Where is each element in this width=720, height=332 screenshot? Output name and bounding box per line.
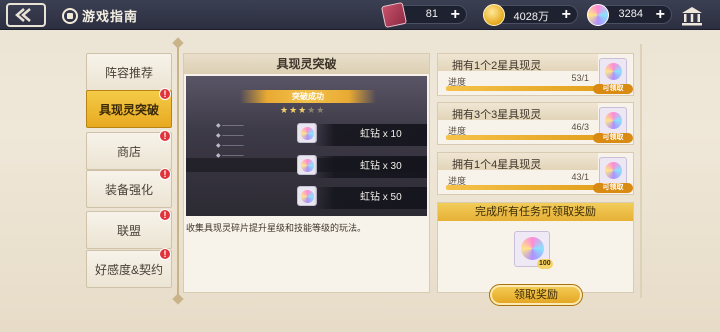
- sidebar-item-label: 联盟: [116, 223, 141, 238]
- sidebar-divider: [177, 44, 179, 298]
- add-gem-button[interactable]: +: [656, 6, 665, 23]
- top-bar: 游戏指南 81 + 4028万 + 3284 +: [0, 0, 720, 30]
- gold-resource: 4028万 +: [483, 4, 578, 26]
- notification-badge: !: [159, 209, 171, 221]
- progress-value: 53/1: [571, 73, 589, 83]
- sidebar-item-label: 阵容推荐: [104, 65, 153, 80]
- sidebar-item-label: 好感度&契约: [94, 262, 163, 277]
- stat-row: ◆ ─────: [216, 143, 244, 149]
- add-gold-button[interactable]: +: [562, 6, 571, 23]
- page-title-group: 游戏指南: [62, 6, 138, 25]
- sidebar-item-shop[interactable]: 商店 !: [86, 130, 172, 170]
- back-arrow-icon: [15, 8, 31, 22]
- progress-bar: [446, 135, 596, 140]
- progress-bar: [446, 86, 596, 91]
- progress-fill: [446, 135, 596, 140]
- notification-badge: !: [159, 168, 171, 180]
- claimable-tag[interactable]: 可领取: [593, 133, 633, 143]
- gold-coin-icon: [483, 4, 505, 26]
- guide-content-panel: 具现灵突破 突破成功 ★★★★★ ◆ ───── ◆ ───── ◆ ─────…: [183, 53, 430, 293]
- ticket-count: 81: [425, 8, 438, 20]
- gem-reward-label: 虹钻 x 50: [314, 187, 427, 209]
- claimable-tag[interactable]: 可领取: [593, 183, 633, 193]
- task-title: 拥有3个3星具现灵: [452, 109, 542, 121]
- guide-preview-image: 突破成功 ★★★★★ ◆ ───── ◆ ───── ◆ ───── ◆ ───…: [186, 76, 427, 216]
- sidebar-item-alliance[interactable]: 联盟 !: [86, 209, 172, 249]
- task-card: 拥有1个4星具现灵 进度 43/1 可领取: [437, 152, 634, 195]
- task-title: 拥有1个4星具现灵: [452, 159, 542, 171]
- page-title: 游戏指南: [82, 9, 139, 24]
- back-button[interactable]: [6, 3, 46, 27]
- sidebar-item-label: 商店: [116, 144, 141, 159]
- gem-resource: 3284 +: [587, 4, 672, 26]
- task-reward-icon[interactable]: [599, 107, 627, 135]
- stat-row: ◆ ─────: [216, 123, 244, 129]
- notification-badge: !: [159, 88, 171, 100]
- sidebar-item-breakthrough[interactable]: 具现灵突破 !: [86, 88, 172, 128]
- notification-badge: !: [159, 248, 171, 260]
- reward-quantity: 100: [537, 259, 553, 269]
- gem-count: 3284: [618, 8, 643, 20]
- completion-bonus-panel: 完成所有任务可领取奖励 100: [437, 202, 634, 293]
- task-card: 拥有3个3星具现灵 进度 46/3 可领取: [437, 102, 634, 145]
- star-rating-icon: ★★★★★: [280, 105, 326, 115]
- task-card: 拥有1个2星具现灵 进度 53/1 可领取: [437, 53, 634, 96]
- progress-fill: [446, 185, 596, 190]
- museum-icon[interactable]: [680, 6, 704, 26]
- breakthrough-success-banner: 突破成功: [240, 90, 376, 103]
- bonus-title: 完成所有任务可领取奖励: [438, 203, 633, 221]
- sidebar-item-label: 具现灵突破: [98, 102, 159, 117]
- add-ticket-button[interactable]: +: [451, 6, 460, 23]
- progress-value: 43/1: [571, 172, 589, 182]
- stat-row: ◆ ─────: [216, 133, 244, 139]
- progress-bar: [446, 185, 596, 190]
- sidebar-item-label: 装备强化: [104, 182, 153, 197]
- task-reward-icon[interactable]: [599, 58, 627, 86]
- gem-reward-label: 虹钻 x 30: [314, 156, 427, 178]
- panel-title: 具现灵突破: [184, 54, 429, 74]
- task-reward-icon[interactable]: [599, 157, 627, 185]
- gold-count: 4028万: [513, 11, 549, 23]
- progress-fill: [446, 86, 596, 91]
- task-title: 拥有1个2星具现灵: [452, 60, 542, 72]
- sidebar-item-equipment[interactable]: 装备强化 !: [86, 168, 172, 208]
- right-divider: [640, 44, 642, 298]
- claim-reward-button[interactable]: 领取奖励: [489, 284, 583, 306]
- rainbow-gem-icon: [587, 4, 609, 26]
- progress-value: 46/3: [571, 122, 589, 132]
- guide-description: 收集具现灵碎片提升星级和技能等级的玩法。: [186, 223, 367, 233]
- notification-badge: !: [159, 130, 171, 142]
- claimable-tag[interactable]: 可领取: [593, 84, 633, 94]
- sidebar-item-affection[interactable]: 好感度&契约 !: [86, 248, 172, 288]
- ticket-icon: [380, 1, 408, 29]
- ticket-resource: 81 +: [380, 1, 467, 29]
- guide-icon: [62, 7, 78, 24]
- gem-reward-label: 虹钻 x 10: [314, 124, 427, 146]
- sidebar-item-lineup[interactable]: 阵容推荐: [86, 53, 172, 91]
